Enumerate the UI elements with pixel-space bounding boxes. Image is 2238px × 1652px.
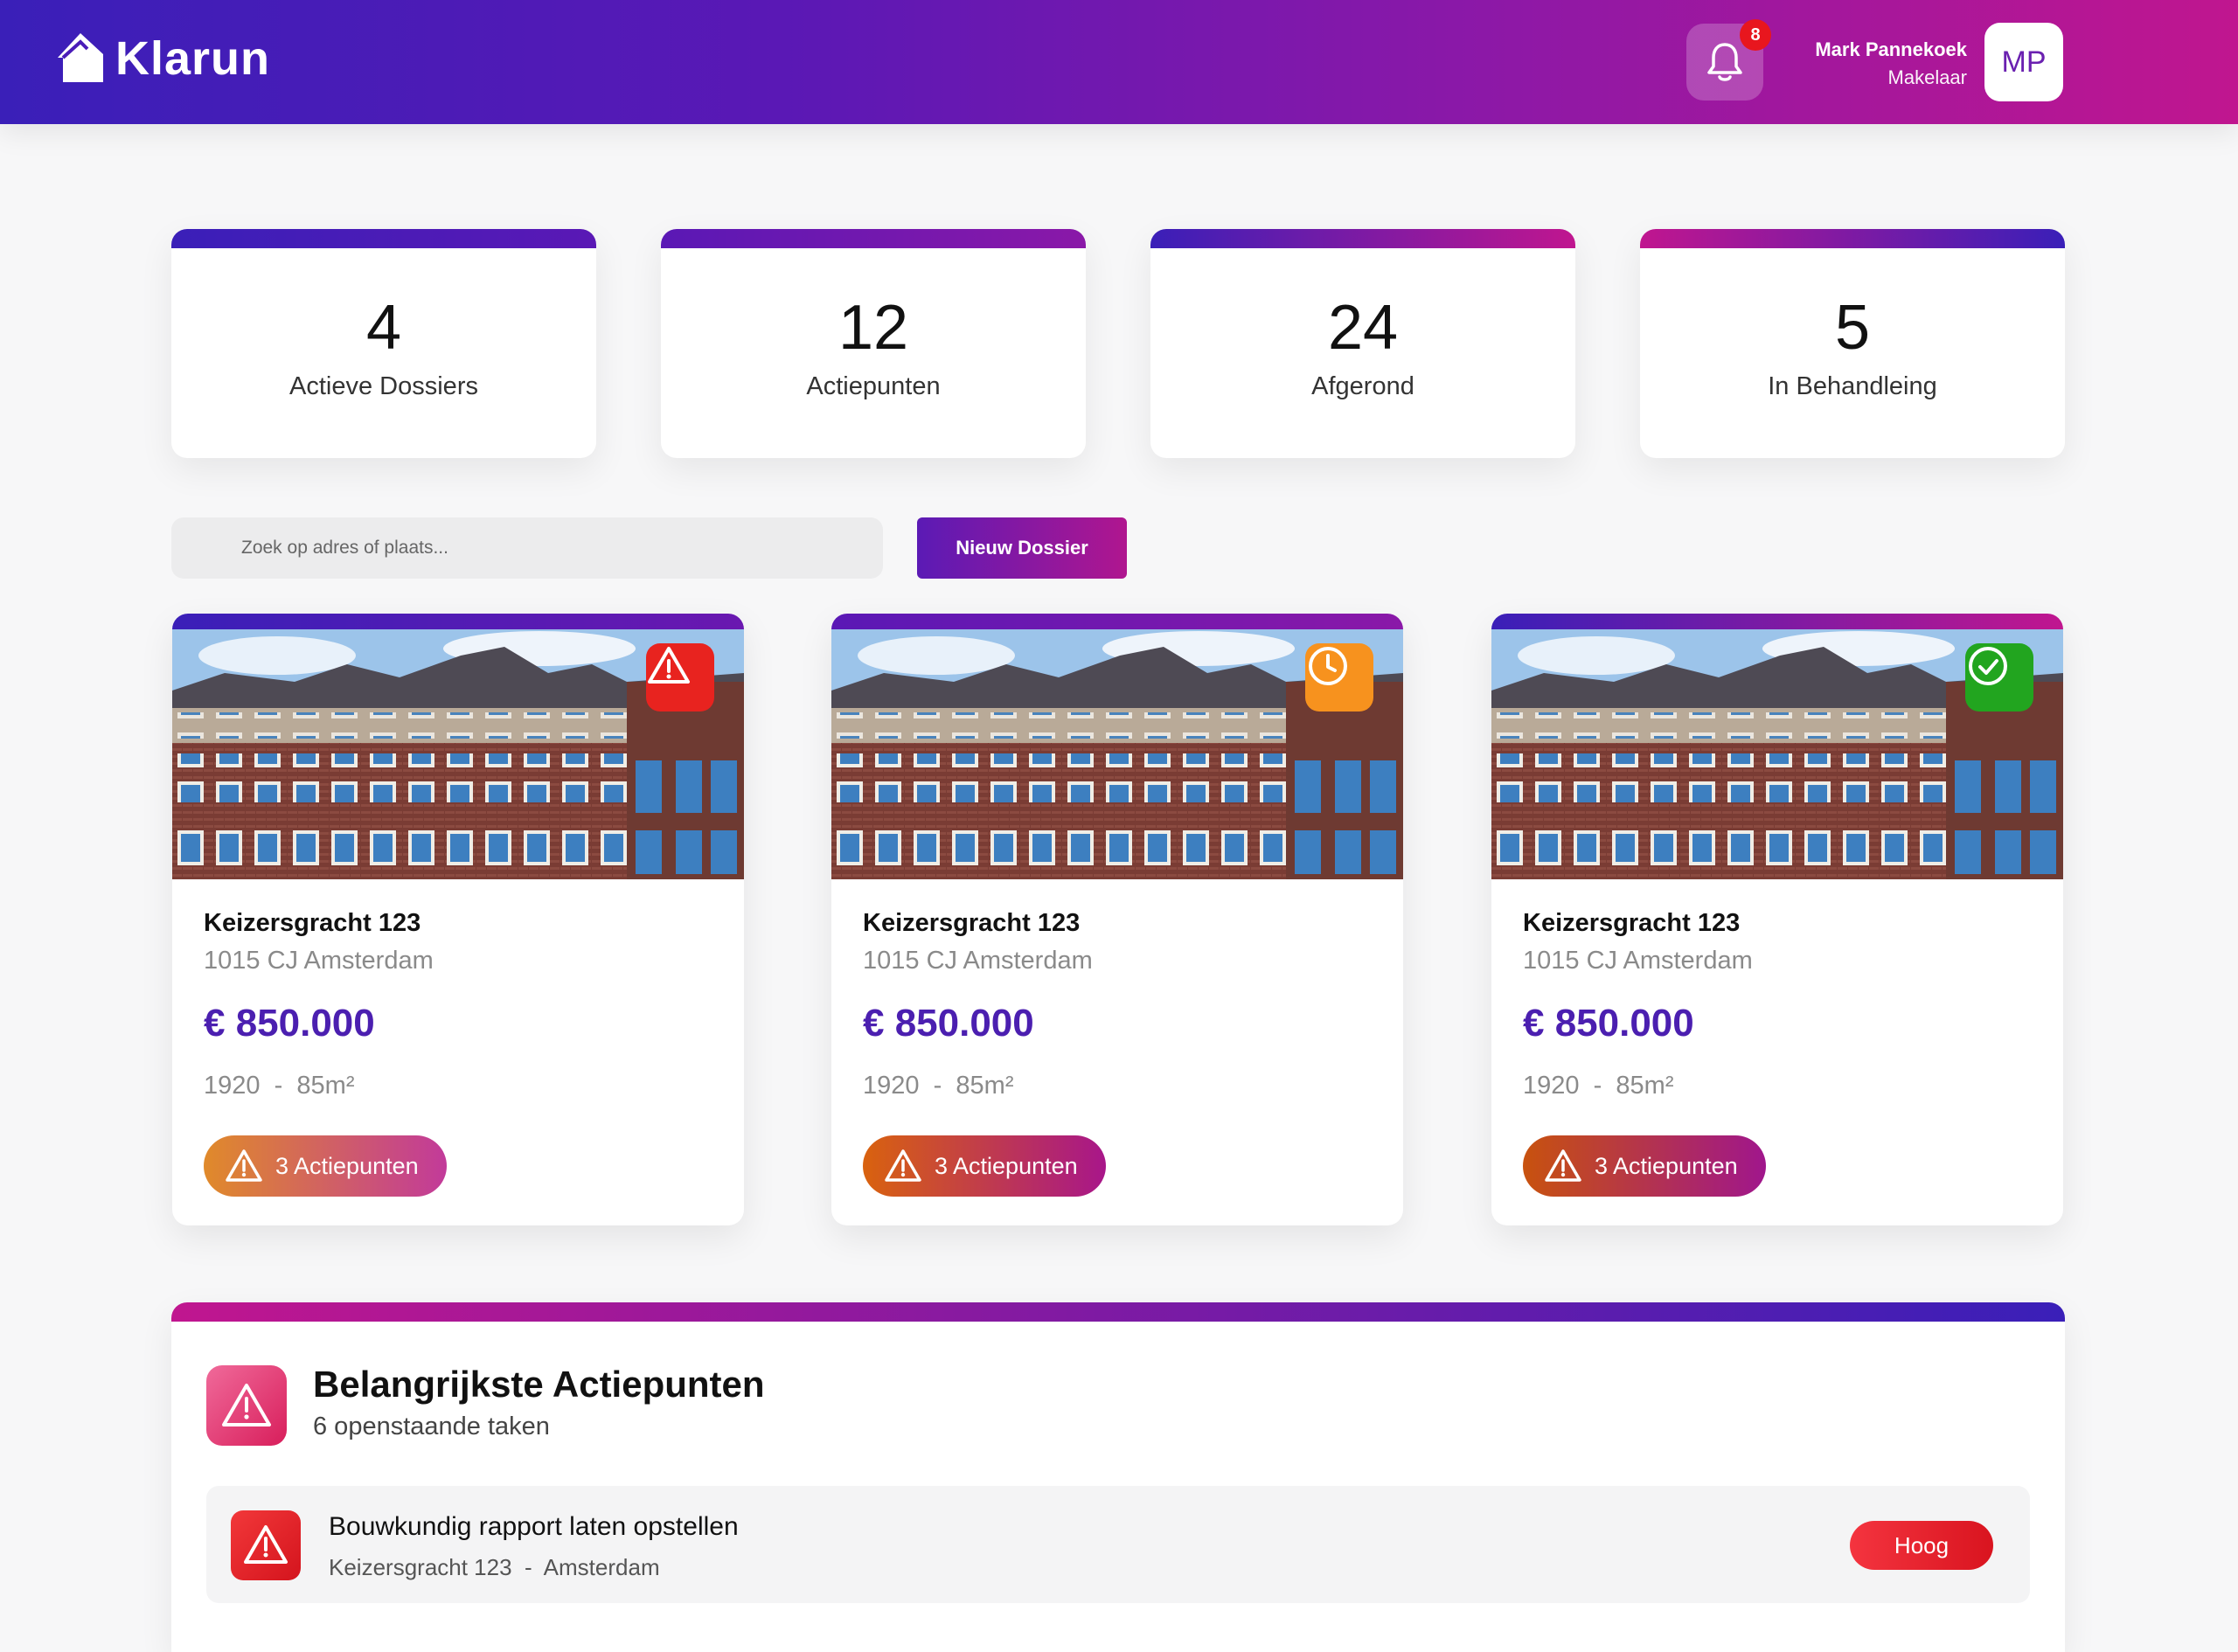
stat-value: 5: [1834, 293, 1871, 363]
property-meta: 1920 - 85m²: [863, 1072, 1014, 1100]
warning-icon: [1545, 1149, 1581, 1182]
card-accent-bar: [1491, 614, 2063, 629]
property-card[interactable]: Keizersgracht 123 1015 CJ Amsterdam € 85…: [831, 614, 1403, 1225]
warning-icon: [648, 647, 690, 684]
stat-card-action-points: 12 Actiepunten: [661, 229, 1086, 458]
property-price: € 850.000: [204, 1002, 375, 1045]
property-photo: [831, 629, 1403, 879]
priority-actions-panel: Belangrijkste Actiepunten 6 openstaande …: [171, 1302, 2065, 1652]
warning-icon: [222, 1384, 271, 1426]
stat-label: Afgerond: [1311, 372, 1414, 400]
action-points-label: 3 Actiepunten: [275, 1152, 419, 1179]
action-points-label: 3 Actiepunten: [1595, 1152, 1738, 1179]
property-price: € 850.000: [1523, 1002, 1694, 1045]
task-icon: [231, 1510, 301, 1580]
panel-icon: [206, 1365, 287, 1446]
logo[interactable]: Klarun: [56, 31, 270, 86]
task-title: Bouwkundig rapport laten opstellen: [329, 1512, 739, 1541]
property-meta: 1920 - 85m²: [204, 1072, 355, 1100]
stat-label: Actiepunten: [806, 372, 941, 400]
panel-title: Belangrijkste Actiepunten: [313, 1364, 765, 1405]
stat-card-active-dossiers: 4 Actieve Dossiers: [171, 229, 596, 458]
warning-icon: [226, 1149, 262, 1182]
house-logo-icon: [58, 33, 103, 82]
warning-icon: [244, 1525, 288, 1564]
user-role: Makelaar: [1887, 66, 1967, 88]
property-address: Keizersgracht 123: [863, 909, 1081, 937]
stat-label: Actieve Dossiers: [289, 372, 478, 400]
clock-icon: [1309, 647, 1347, 685]
stat-value: 4: [365, 293, 402, 363]
panel-accent-bar: [171, 1302, 2065, 1322]
card-accent-bar: [661, 229, 1086, 248]
status-badge: [1965, 643, 2033, 711]
card-accent-bar: [1150, 229, 1575, 248]
avatar[interactable]: MP: [1984, 23, 2063, 101]
stat-value: 12: [838, 293, 909, 363]
property-card[interactable]: Keizersgracht 123 1015 CJ Amsterdam € 85…: [1491, 614, 2063, 1225]
card-accent-bar: [831, 614, 1403, 629]
property-address: Keizersgracht 123: [204, 909, 421, 937]
action-points-pill[interactable]: 3 Actiepunten: [863, 1135, 1106, 1197]
notification-count-badge: 8: [1740, 19, 1771, 51]
top-bar: Klarun 8 Mark Pannekoek Makelaar MP: [0, 0, 2238, 124]
status-badge: [1305, 643, 1373, 711]
panel-subtitle: 6 openstaande taken: [313, 1413, 550, 1440]
app-name: Klarun: [115, 32, 271, 85]
stat-value: 24: [1327, 293, 1399, 363]
property-city: 1015 CJ Amsterdam: [863, 947, 1093, 975]
property-photo: [1491, 629, 2063, 879]
task-row[interactable]: Bouwkundig rapport laten opstellen Keize…: [206, 1486, 2030, 1603]
stat-card-in-progress: 5 In Behandleing: [1640, 229, 2065, 458]
priority-badge: Hoog: [1850, 1521, 1993, 1570]
check-icon: [1969, 647, 2007, 685]
user-name: Mark Pannekoek: [1815, 38, 1967, 60]
search-placeholder: Zoek op adres of plaats...: [241, 538, 448, 558]
user-info[interactable]: Mark Pannekoek Makelaar: [1815, 38, 1967, 89]
new-dossier-button[interactable]: Nieuw Dossier: [917, 517, 1127, 579]
card-accent-bar: [172, 614, 744, 629]
action-points-label: 3 Actiepunten: [935, 1152, 1078, 1179]
card-accent-bar: [1640, 229, 2065, 248]
task-subtitle: Keizersgracht 123 - Amsterdam: [329, 1554, 660, 1580]
status-badge: [646, 643, 714, 711]
property-city: 1015 CJ Amsterdam: [1523, 947, 1753, 975]
property-meta: 1920 - 85m²: [1523, 1072, 1674, 1100]
property-city: 1015 CJ Amsterdam: [204, 947, 434, 975]
action-points-pill[interactable]: 3 Actiepunten: [204, 1135, 447, 1197]
search-input[interactable]: Zoek op adres of plaats...: [171, 517, 883, 579]
warning-icon: [885, 1149, 921, 1182]
property-photo: [172, 629, 744, 879]
property-card[interactable]: Keizersgracht 123 1015 CJ Amsterdam € 85…: [172, 614, 744, 1225]
stat-card-completed: 24 Afgerond: [1150, 229, 1575, 458]
card-accent-bar: [171, 229, 596, 248]
property-price: € 850.000: [863, 1002, 1034, 1045]
action-points-pill[interactable]: 3 Actiepunten: [1523, 1135, 1766, 1197]
bell-icon: [1707, 43, 1742, 81]
stat-label: In Behandleing: [1768, 372, 1937, 400]
property-address: Keizersgracht 123: [1523, 909, 1741, 937]
